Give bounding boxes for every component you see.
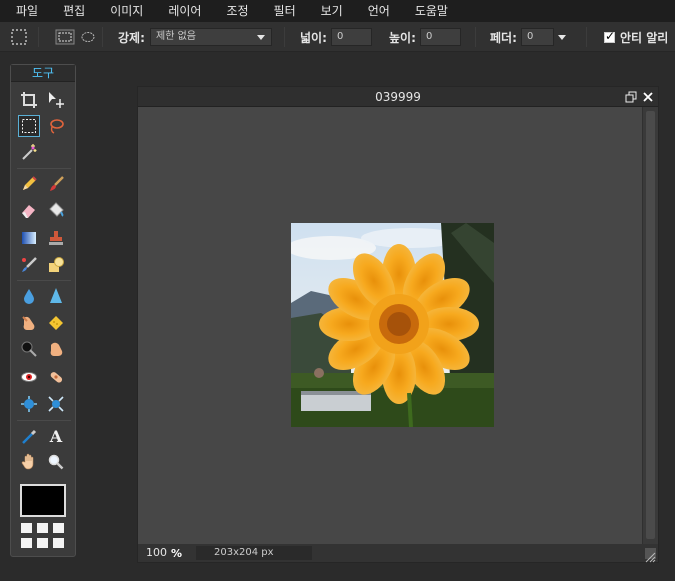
divider [102, 27, 103, 47]
svg-text:A: A [49, 427, 63, 445]
tools-panel-title: 도구 [11, 65, 75, 82]
pinch-tool-icon[interactable] [45, 393, 67, 415]
zoom-unit: % [171, 547, 183, 560]
antialias-label: 안티 알리 [620, 30, 669, 45]
text-tool-icon[interactable]: A [45, 425, 67, 447]
document-title: 039999 [138, 87, 658, 107]
menu-language[interactable]: 언어 [368, 0, 390, 22]
restore-icon[interactable] [624, 90, 637, 103]
panel-toggle-cell[interactable] [53, 523, 64, 533]
width-input[interactable]: 0 [331, 28, 372, 46]
divider [17, 168, 71, 169]
image-canvas[interactable] [291, 223, 494, 427]
foreground-color-swatch[interactable] [20, 484, 66, 517]
width-label: 넓이: [300, 30, 327, 45]
hand-tool-icon[interactable] [18, 451, 40, 473]
gradient-tool-icon[interactable] [18, 227, 40, 249]
constraint-value: 제한 없음 [156, 31, 196, 42]
vertical-scrollbar[interactable] [642, 107, 658, 544]
sharpen-tool-icon[interactable] [45, 285, 67, 307]
height-input[interactable]: 0 [420, 28, 461, 46]
magic-wand-tool-icon[interactable] [18, 141, 40, 163]
divider [284, 27, 285, 47]
burn-tool-icon[interactable] [45, 338, 67, 360]
pencil-tool-icon[interactable] [18, 173, 40, 195]
feather-input[interactable]: 0 [521, 28, 554, 46]
rect-mode-icon[interactable] [55, 22, 75, 52]
constraint-label: 강제: [118, 30, 145, 45]
dodge-tool-icon[interactable] [18, 338, 40, 360]
menu-view[interactable]: 보기 [321, 0, 343, 22]
status-bar: 100 % 203x204 px [138, 544, 658, 563]
panel-toggle-cell[interactable] [21, 538, 32, 548]
panel-toggle-cell[interactable] [53, 538, 64, 548]
divider [17, 280, 71, 281]
ellipse-mode-icon[interactable] [80, 22, 96, 52]
canvas-area[interactable] [138, 107, 642, 544]
spot-heal-tool-icon[interactable] [45, 366, 67, 388]
rect-select-tool-icon[interactable] [18, 115, 40, 137]
marquee-tool-indicator-icon[interactable] [10, 22, 28, 52]
antialias-checkbox[interactable] [604, 29, 615, 43]
document-window: 039999 100 % 203x204 px [137, 86, 659, 563]
smudge-tool-icon[interactable] [18, 312, 40, 334]
brush-tool-icon[interactable] [45, 173, 67, 195]
height-label: 높이: [389, 30, 416, 45]
panel-toggle-cell[interactable] [37, 523, 48, 533]
divider [17, 420, 71, 421]
image-dimensions: 203x204 px [196, 546, 312, 560]
menu-file[interactable]: 파일 [16, 0, 38, 22]
clone-stamp-tool-icon[interactable] [45, 227, 67, 249]
zoom-tool-icon[interactable] [45, 451, 67, 473]
menu-filter[interactable]: 필터 [274, 0, 296, 22]
constraint-dropdown[interactable]: 제한 없음 [150, 28, 272, 46]
feather-dropdown-icon[interactable] [558, 34, 566, 40]
menu-help[interactable]: 도움말 [415, 0, 448, 22]
panel-toggle-cell[interactable] [37, 538, 48, 548]
lasso-tool-icon[interactable] [45, 115, 67, 137]
red-eye-tool-icon[interactable] [18, 366, 40, 388]
paint-bucket-tool-icon[interactable] [45, 199, 67, 221]
crop-tool-icon[interactable] [18, 89, 40, 111]
zoom-value[interactable]: 100 [146, 546, 167, 559]
eraser-tool-icon[interactable] [18, 199, 40, 221]
menu-edit[interactable]: 편집 [63, 0, 85, 22]
feather-label: 페더: [490, 30, 517, 45]
bloat-tool-icon[interactable] [18, 393, 40, 415]
resize-grip-icon[interactable] [645, 548, 656, 563]
menu-bar: 파일 편집 이미지 레이어 조정 필터 보기 언어 도움말 [0, 0, 675, 22]
move-tool-icon[interactable] [45, 89, 67, 111]
chevron-down-icon [257, 35, 265, 40]
blur-tool-icon[interactable] [18, 285, 40, 307]
color-picker-tool-icon[interactable] [18, 425, 40, 447]
menu-image[interactable]: 이미지 [110, 0, 143, 22]
menu-layer[interactable]: 레이어 [168, 0, 201, 22]
color-replace-tool-icon[interactable] [18, 254, 40, 276]
close-icon[interactable] [641, 90, 654, 103]
tools-panel: 도구 A [10, 64, 76, 557]
drawing-tool-icon[interactable] [45, 254, 67, 276]
options-bar: 강제: 제한 없음 넓이: 0 높이: 0 페더: 0 안티 알리 [0, 22, 675, 52]
sponge-tool-icon[interactable] [45, 312, 67, 334]
panel-toggle-cell[interactable] [21, 523, 32, 533]
divider [38, 27, 39, 47]
menu-adjust[interactable]: 조정 [226, 0, 248, 22]
divider [586, 27, 587, 47]
divider [475, 27, 476, 47]
scrollbar-thumb[interactable] [646, 111, 655, 539]
